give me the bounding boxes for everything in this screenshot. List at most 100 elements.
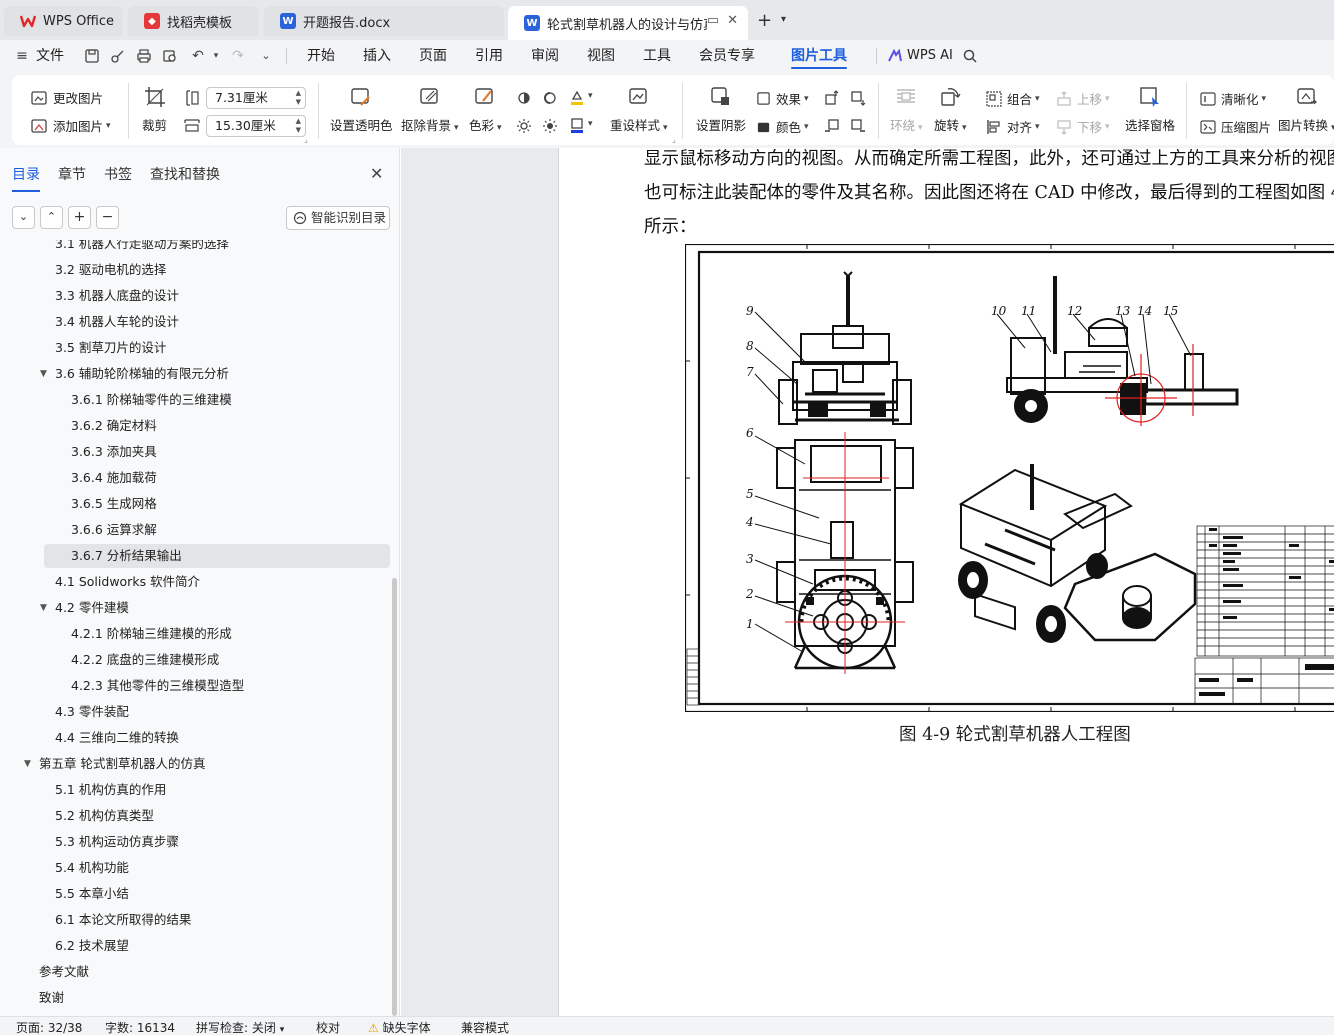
contrast-up-icon[interactable]	[542, 90, 558, 106]
chevron-down-icon[interactable]: ▾	[588, 119, 593, 129]
spinner-arrows-icon[interactable]: ▲ ▼	[296, 89, 301, 107]
brightness-up-icon[interactable]	[516, 90, 532, 106]
close-tab-icon[interactable]: ✕	[727, 13, 738, 28]
contrast-down-icon[interactable]	[542, 118, 558, 134]
change-picture-button[interactable]: 更改图片	[30, 88, 103, 107]
effects-button[interactable]: 效果 ▾	[756, 89, 809, 108]
nudge-up-icon[interactable]	[824, 90, 840, 106]
toc-item[interactable]: 4.3 零件装配	[44, 700, 390, 724]
collapse-down-button[interactable]: ⌄	[12, 206, 35, 229]
toc-item[interactable]: 3.4 机器人车轮的设计	[44, 310, 390, 334]
toc-item[interactable]: 4.2 零件建模 ▼	[40, 596, 390, 620]
reset-style-button[interactable]: 重设样式 ▾	[610, 85, 668, 134]
tab-current-doc[interactable]: W 轮式割草机器人的设计与仿真 ▭ ✕	[508, 6, 748, 40]
highlight-fill-icon[interactable]	[569, 89, 585, 107]
picture-height-input[interactable]: 7.31厘米 ▲ ▼	[206, 87, 306, 109]
chevron-down-icon[interactable]: ⌄	[258, 48, 274, 64]
dialog-launcher-icon[interactable]: ⌟	[672, 135, 676, 144]
nudge-right-icon[interactable]	[850, 118, 866, 134]
chevron-down-icon[interactable]: ▾	[588, 91, 593, 101]
picture-width-input[interactable]: 15.30厘米 ▲ ▼	[206, 115, 306, 137]
nav-tab-toc[interactable]: 目录	[12, 164, 40, 192]
bring-forward-button[interactable]: 上移 ▾	[1056, 89, 1110, 108]
toc-item[interactable]: 4.2.2 底盘的三维建模形成	[44, 648, 390, 672]
proofread-button[interactable]: 校对	[316, 1019, 340, 1035]
toc-item[interactable]: 4.2.1 阶梯轴三维建模的形成	[44, 622, 390, 646]
toc-item[interactable]: 3.6.6 运算求解	[44, 518, 390, 542]
missing-font-button[interactable]: ⚠ 缺失字体	[368, 1019, 431, 1035]
toc-item[interactable]: 4.2.3 其他零件的三维模型造型	[44, 674, 390, 698]
toc-item[interactable]: 5.2 机构仿真类型	[44, 804, 390, 828]
menu-view[interactable]: 视图	[587, 40, 615, 72]
add-picture-button[interactable]: 添加图片 ▾	[30, 116, 111, 135]
toc-item[interactable]: 4.4 三维向二维的转换	[44, 726, 390, 750]
scrollbar-thumb[interactable]	[392, 578, 397, 1016]
toc-item[interactable]: 3.6.4 施加载荷	[44, 466, 390, 490]
remove-background-button[interactable]: 抠除背景 ▾	[401, 85, 459, 134]
menu-wps-ai[interactable]: WPS AI	[907, 40, 953, 72]
wrap-text-button[interactable]: 环绕 ▾	[890, 85, 923, 134]
redo-icon[interactable]: ↷	[230, 48, 246, 64]
engineering-drawing-image[interactable]	[685, 244, 1334, 712]
close-icon[interactable]: ✕	[370, 164, 383, 183]
compress-picture-button[interactable]: 压缩图片	[1200, 117, 1271, 136]
group-button[interactable]: 组合 ▾	[986, 89, 1040, 108]
expand-triangle-icon[interactable]: ▼	[40, 596, 47, 620]
tab-wps-office[interactable]: WPS Office	[4, 6, 122, 36]
nav-tab-bookmarks[interactable]: 书签	[104, 164, 132, 184]
spinner-arrows-icon[interactable]: ▲ ▼	[296, 117, 301, 135]
toc-item[interactable]: 6.1 本论文所取得的结果	[44, 908, 390, 932]
picture-convert-button[interactable]: 图片转换 ▾	[1278, 85, 1334, 134]
remove-heading-button[interactable]: −	[96, 206, 119, 229]
print-icon[interactable]	[136, 48, 152, 64]
brightness-down-icon[interactable]	[516, 118, 532, 134]
color-mode-button[interactable]: 色彩 ▾	[469, 85, 502, 134]
crop-button[interactable]: 裁剪	[142, 85, 167, 134]
undo-icon[interactable]: ↶	[190, 48, 206, 64]
toc-item[interactable]: 第五章 轮式割草机器人的仿真 ▼	[24, 752, 390, 776]
menu-home[interactable]: 开始	[307, 40, 335, 72]
new-tab-button[interactable]: +	[757, 10, 772, 31]
toc-item[interactable]: 6.2 技术展望	[44, 934, 390, 958]
toc-item[interactable]: 4.1 Solidworks 软件简介	[44, 570, 390, 594]
chevron-down-icon[interactable]: ▾	[208, 48, 224, 64]
toc-item[interactable]: 3.6.3 添加夹具	[44, 440, 390, 464]
toc-item[interactable]: 3.3 机器人底盘的设计	[44, 284, 390, 308]
send-backward-button[interactable]: 下移 ▾	[1056, 117, 1110, 136]
border-color-icon[interactable]	[569, 117, 585, 135]
toc-item[interactable]: 参考文献	[39, 960, 390, 984]
smart-toc-button[interactable]: 智能识别目录	[286, 206, 390, 230]
menu-page[interactable]: 页面	[419, 40, 447, 72]
menu-member[interactable]: 会员专享	[699, 40, 755, 72]
comment-icon[interactable]: ▭	[707, 13, 719, 28]
menu-references[interactable]: 引用	[475, 40, 503, 72]
expand-triangle-icon[interactable]: ▼	[24, 752, 31, 776]
word-count[interactable]: 字数: 16134	[105, 1019, 175, 1035]
page-count[interactable]: 页面: 32/38	[16, 1019, 82, 1035]
menu-file[interactable]: 文件	[36, 40, 64, 72]
toc-item[interactable]: 5.5 本章小结	[44, 882, 390, 906]
toc-item[interactable]: 致谢	[39, 986, 390, 1010]
toc-item[interactable]: 3.6.1 阶梯轴零件的三维建模	[44, 388, 390, 412]
toc-item[interactable]: 5.3 机构运动仿真步骤	[44, 830, 390, 854]
chevron-down-icon[interactable]: ▾	[781, 14, 786, 25]
nav-tab-find-replace[interactable]: 查找和替换	[150, 164, 220, 184]
print-preview-icon[interactable]	[162, 48, 178, 64]
rotate-button[interactable]: 旋转 ▾	[934, 85, 967, 134]
menu-tools[interactable]: 工具	[643, 40, 671, 72]
set-transparent-button[interactable]: 设置透明色	[330, 85, 393, 134]
tab-proposal-doc[interactable]: W 开题报告.docx	[264, 6, 504, 36]
expand-triangle-icon[interactable]: ▼	[40, 362, 47, 386]
dialog-launcher-icon[interactable]: ⌟	[304, 135, 308, 144]
search-icon[interactable]	[962, 48, 978, 64]
toc-item[interactable]: 3.1 机器人行走驱动方案的选择	[44, 240, 390, 256]
toc-item[interactable]: 3.6.5 生成网格	[44, 492, 390, 516]
nudge-left-icon[interactable]	[824, 118, 840, 134]
collapse-up-button[interactable]: ⌃	[40, 206, 63, 229]
toc-item[interactable]: 3.5 割草刀片的设计	[44, 336, 390, 360]
nudge-down-icon[interactable]	[850, 90, 866, 106]
toc-item[interactable]: 5.4 机构功能	[44, 856, 390, 880]
document-page[interactable]: 显示鼠标移动方向的视图。从而确定所需工程图，此外，还可通过上方的工具来分析的视图…	[558, 148, 1334, 1016]
toc-item[interactable]: 3.6 辅助轮阶梯轴的有限元分析 ▼	[40, 362, 390, 386]
toc-item[interactable]: 3.2 驱动电机的选择	[44, 258, 390, 282]
